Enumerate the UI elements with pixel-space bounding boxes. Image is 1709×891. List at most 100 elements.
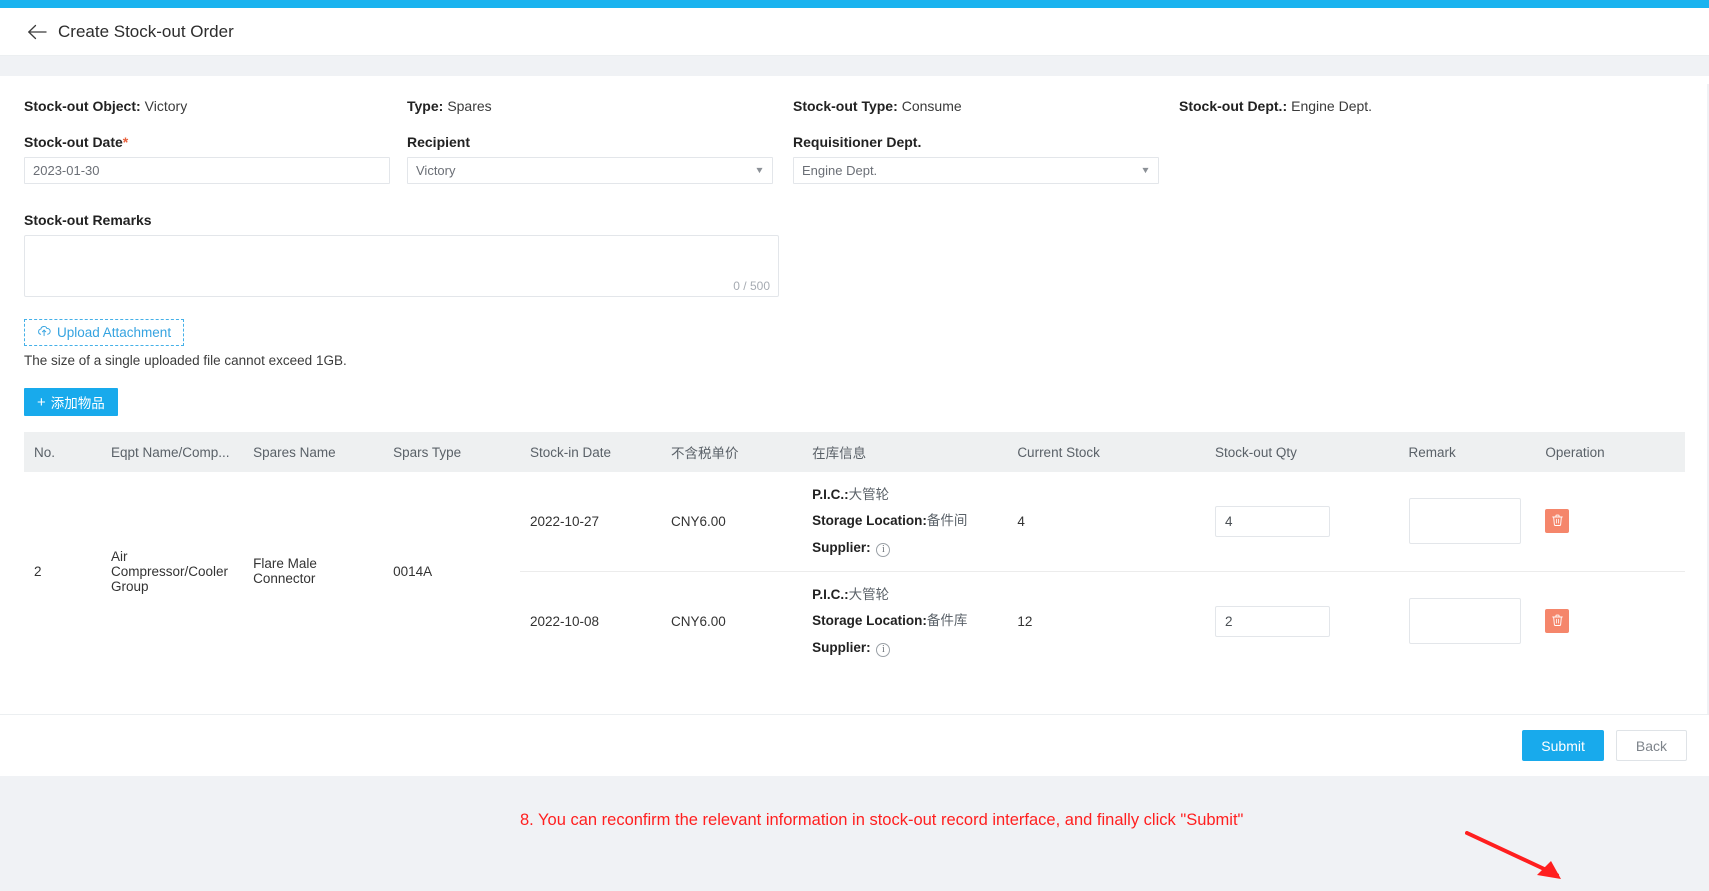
remark-input[interactable] xyxy=(1408,498,1521,545)
storage-location-label: Storage Location: xyxy=(812,613,927,629)
cell-stock-out-qty: 2 xyxy=(1205,570,1399,671)
pic-value: 大管轮 xyxy=(848,586,890,602)
pic-value: 大管轮 xyxy=(848,487,890,502)
pic-label: P.I.C.: xyxy=(812,586,849,602)
stock-out-qty-value: 4 xyxy=(1225,513,1233,529)
upload-attachment-button[interactable]: Upload Attachment xyxy=(24,319,185,346)
stock-out-date-input[interactable]: 2023-01-30 xyxy=(24,157,390,184)
annotation-arrow-icon xyxy=(1465,831,1561,879)
upload-attachment-label: Upload Attachment xyxy=(57,325,172,340)
pic-line: P.I.C.:大管轮 xyxy=(812,482,997,508)
summary-stock-out-object: Stock-out Object: Victory xyxy=(24,98,187,114)
cell-unit-price: CNY6.00 xyxy=(661,570,803,671)
table-row: 2 Air Compressor/Cooler Group Flare Male… xyxy=(24,472,1685,594)
stock-out-remarks-textarea[interactable]: 0 / 500 xyxy=(24,235,779,297)
storage-location-value: 备件库 xyxy=(926,613,968,629)
supplier-line: Supplier: i xyxy=(812,535,997,561)
annotation-text: 8. You can reconfirm the relevant inform… xyxy=(520,811,1244,829)
delete-row-button[interactable] xyxy=(1545,509,1570,534)
stock-out-remarks-group: Stock-out Remarks 0 / 500 xyxy=(24,212,1685,297)
cell-unit-price: CNY6.00 xyxy=(671,513,726,529)
stock-out-qty-input[interactable]: 4 xyxy=(1215,505,1331,537)
character-counter: 0 / 500 xyxy=(733,279,770,293)
stock-out-qty-input[interactable]: 2 xyxy=(1215,605,1331,637)
column-spars-type: Spars Type xyxy=(383,432,520,472)
pic-label: P.I.C.: xyxy=(812,487,849,502)
column-stock-info: 在库信息 xyxy=(802,432,1008,472)
back-button[interactable]: Back xyxy=(1615,730,1687,761)
page-header: Create Stock-out Order xyxy=(0,8,1709,56)
storage-location-line: Storage Location:备件间 xyxy=(812,508,997,534)
cloud-upload-icon xyxy=(37,325,51,340)
table-header-row: No. Eqpt Name/Comp... Spares Name Spars … xyxy=(24,432,1685,472)
supplier-line: Supplier: i xyxy=(812,635,997,661)
summary-type: Type: Spares xyxy=(407,98,492,114)
remark-input[interactable] xyxy=(1408,598,1521,645)
cell-no: 2 xyxy=(34,563,42,579)
cell-spars-type: 0014A xyxy=(393,563,433,579)
top-accent-strip xyxy=(0,0,1709,8)
cell-operation xyxy=(1535,472,1685,571)
cell-operation xyxy=(1535,570,1685,671)
submit-button[interactable]: Submit xyxy=(1522,730,1604,761)
column-operation: Operation xyxy=(1535,432,1685,472)
chevron-down-icon: ▼ xyxy=(754,165,765,175)
summary-stock-out-dept: Stock-out Dept.: Engine Dept. xyxy=(1179,98,1372,114)
column-current-stock: Current Stock xyxy=(1007,432,1206,472)
delete-row-button[interactable] xyxy=(1545,609,1570,634)
add-item-button[interactable]: + 添加物品 xyxy=(24,388,118,416)
supplier-label: Supplier: xyxy=(812,539,871,555)
cell-remark xyxy=(1399,472,1536,571)
label-text: Stock-out Date xyxy=(24,134,123,150)
stock-out-qty-value: 2 xyxy=(1225,613,1233,629)
requisitioner-dept-value: Engine Dept. xyxy=(802,163,878,178)
order-form: Stock-out Object: Victory Type: Spares Sto… xyxy=(0,76,1709,671)
upload-size-hint: The size of a single uploaded file canno… xyxy=(24,353,347,368)
cell-current-stock: 4 xyxy=(1017,513,1025,529)
page-title: Create Stock-out Order xyxy=(58,21,234,41)
upload-section: Upload Attachment The size of a single u… xyxy=(24,319,1685,368)
column-stock-out-qty: Stock-out Qty xyxy=(1205,432,1399,472)
recipient-value: Victory xyxy=(416,163,456,178)
summary-stock-out-type: Stock-out Type: Consume xyxy=(793,98,962,114)
field-requisitioner-dept: Requisitioner Dept. Engine Dept. ▼ xyxy=(793,134,1159,184)
info-circle-icon[interactable]: i xyxy=(876,542,891,557)
column-unit-price: 不含税单价 xyxy=(661,432,803,472)
plus-icon: + xyxy=(37,393,46,411)
trash-icon xyxy=(1551,614,1563,629)
cell-eqpt-name: Air Compressor/Cooler Group xyxy=(110,548,228,594)
summary-label: Type: xyxy=(407,98,444,114)
trash-icon xyxy=(1551,514,1563,529)
summary-label: Stock-out Type: xyxy=(793,98,898,114)
cell-stock-in-date: 2022-10-27 xyxy=(529,513,599,529)
recipient-select[interactable]: Victory ▼ xyxy=(407,157,773,184)
cell-stock-info: P.I.C.:大管轮 Storage Location:备件间 Supplier… xyxy=(802,472,1007,571)
cell-stock-in-date: 2022-10-08 xyxy=(519,570,662,671)
header-content-gap xyxy=(0,56,1709,66)
form-footer-bar: Submit Back xyxy=(0,714,1709,776)
requisitioner-dept-label: Requisitioner Dept. xyxy=(793,134,922,150)
field-recipient: Recipient Victory ▼ xyxy=(407,134,773,184)
summary-value: Victory xyxy=(144,98,188,114)
supplier-label: Supplier: xyxy=(812,639,871,655)
stock-out-date-label: Stock-out Date* xyxy=(24,134,390,150)
storage-location-value: 备件间 xyxy=(926,513,968,529)
summary-info-row: Stock-out Object: Victory Type: Spares Sto… xyxy=(24,98,1685,124)
storage-location-label: Storage Location: xyxy=(812,513,927,529)
requisitioner-dept-select[interactable]: Engine Dept. ▼ xyxy=(793,157,1159,184)
main-content-card: Stock-out Object: Victory Type: Spares Sto… xyxy=(0,76,1709,879)
cell-current-stock: 12 xyxy=(1007,570,1206,671)
add-item-label: 添加物品 xyxy=(50,396,105,411)
summary-label: Stock-out Dept.: xyxy=(1179,98,1288,114)
summary-value: Spares xyxy=(447,98,492,114)
form-fields-row: Stock-out Date* 2023-01-30 Recipient Vic… xyxy=(24,134,1685,200)
summary-value: Consume xyxy=(901,98,962,114)
items-table: No. Eqpt Name/Comp... Spares Name Spars … xyxy=(24,432,1685,671)
column-remark: Remark xyxy=(1398,432,1536,472)
info-circle-icon[interactable]: i xyxy=(876,642,891,657)
arrow-left-icon[interactable] xyxy=(26,21,48,43)
cell-stock-info: P.I.C.:大管轮 Storage Location:备件库 Supplier… xyxy=(802,570,1008,671)
cell-spares-name: Flare Male Connector xyxy=(253,556,317,587)
cell-remark xyxy=(1398,570,1536,671)
column-no: No. xyxy=(24,432,101,472)
